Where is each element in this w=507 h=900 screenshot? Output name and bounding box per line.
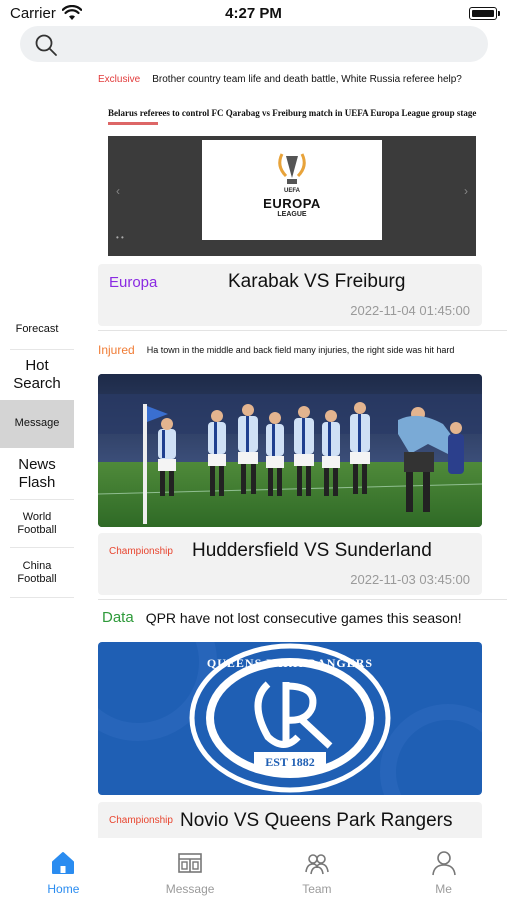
match-title: Karabak VS Freiburg bbox=[228, 271, 406, 292]
crest-bottom-text: EST 1882 bbox=[265, 755, 315, 769]
sidebar-item-label: News Flash bbox=[18, 456, 56, 491]
sidebar-item-hot-search[interactable]: Hot Search bbox=[0, 350, 74, 400]
logo-uefa: UEFA bbox=[283, 188, 300, 194]
match-card[interactable]: Europa Karabak VS Freiburg 2022-11-04 01… bbox=[98, 264, 482, 326]
sidebar-item-message[interactable]: Message bbox=[0, 400, 74, 448]
news-image[interactable]: QUEENS PARK RANGERS EST 1882 bbox=[98, 642, 482, 795]
team-icon bbox=[305, 854, 329, 875]
divider bbox=[98, 599, 507, 600]
home-icon bbox=[52, 852, 75, 874]
news-headline-row[interactable]: Injured Ha town in the middle and back f… bbox=[98, 343, 454, 357]
news-headline-row[interactable]: Exclusive Brother country team life and … bbox=[98, 74, 462, 85]
news-headline: Brother country team life and death batt… bbox=[152, 74, 462, 85]
news-headline: Ha town in the middle and back field man… bbox=[146, 345, 455, 355]
sidebar-item-news-flash[interactable]: News Flash bbox=[0, 448, 74, 500]
football-celebration-photo bbox=[98, 374, 482, 527]
match-league: Championship bbox=[109, 546, 173, 557]
match-title: Novio VS Queens Park Rangers bbox=[180, 810, 453, 831]
match-card[interactable]: Championship Novio VS Queens Park Ranger… bbox=[98, 802, 482, 842]
news-tag: Injured bbox=[98, 343, 135, 357]
logo-europa: EUROPA bbox=[263, 196, 321, 211]
news-image[interactable]: Belarus referees to control FC Qarabag v… bbox=[100, 100, 484, 256]
sidebar-item-label: Message bbox=[14, 417, 60, 430]
sidebar-item-label: World Football bbox=[17, 510, 57, 536]
crest-top-text: QUEENS PARK RANGERS bbox=[206, 656, 374, 670]
image-caption-meta bbox=[108, 122, 158, 125]
search-input[interactable] bbox=[20, 26, 488, 62]
match-time: 2022-11-04 01:45:00 bbox=[350, 303, 470, 318]
category-sidebar: Forecast Hot Search Message News Flash W… bbox=[0, 310, 74, 598]
chevron-right-icon[interactable]: › bbox=[464, 184, 468, 198]
slide-dots: • • bbox=[116, 233, 124, 242]
divider bbox=[98, 330, 507, 331]
image-caption: Belarus referees to control FC Qarabag v… bbox=[108, 108, 477, 118]
me-icon bbox=[431, 851, 456, 876]
match-time: 2022-11-03 03:45:00 bbox=[350, 572, 470, 587]
sidebar-item-china-football[interactable]: China Football bbox=[0, 548, 74, 598]
news-image[interactable] bbox=[98, 374, 482, 527]
bottom-tab-bar: Home Message Team Me bbox=[0, 838, 507, 900]
sidebar-item-label: China Football bbox=[17, 559, 57, 585]
tab-label: Message bbox=[165, 882, 215, 896]
sidebar-item-world-football[interactable]: World Football bbox=[0, 500, 74, 548]
trophy-icon bbox=[278, 153, 306, 184]
match-card[interactable]: Championship Huddersfield VS Sunderland … bbox=[98, 533, 482, 595]
tab-team[interactable]: Team bbox=[254, 838, 381, 900]
status-bar: Carrier 4:27 PM bbox=[0, 0, 507, 28]
sidebar-item-label: Forecast bbox=[15, 323, 59, 336]
news-headline-row[interactable]: Data QPR have not lost consecutive games… bbox=[98, 609, 462, 626]
news-tag: Data bbox=[102, 609, 134, 626]
tab-label: Team bbox=[302, 882, 332, 896]
chevron-left-icon[interactable]: ‹ bbox=[116, 184, 120, 198]
tab-message[interactable]: Message bbox=[127, 838, 254, 900]
europa-league-logo: UEFA EUROPA LEAGUE bbox=[202, 140, 382, 240]
match-league: Championship bbox=[109, 815, 173, 826]
tab-home[interactable]: Home bbox=[0, 838, 127, 900]
tab-me[interactable]: Me bbox=[380, 838, 507, 900]
sidebar-item-label: Hot Search bbox=[13, 357, 61, 392]
tab-label: Me bbox=[435, 882, 452, 896]
search-icon bbox=[35, 34, 57, 56]
image-slide: UEFA EUROPA LEAGUE ‹ › • • bbox=[108, 136, 476, 256]
logo-league: LEAGUE bbox=[277, 211, 307, 218]
message-icon bbox=[178, 853, 202, 873]
match-league: Europa bbox=[109, 274, 158, 291]
tab-label: Home bbox=[47, 882, 80, 896]
match-title: Huddersfield VS Sunderland bbox=[192, 540, 432, 561]
news-tag: Exclusive bbox=[98, 74, 141, 85]
sidebar-item-forecast[interactable]: Forecast bbox=[0, 310, 74, 350]
news-headline: QPR have not lost consecutive games this… bbox=[145, 609, 462, 626]
status-time: 4:27 PM bbox=[225, 5, 282, 22]
battery-icon bbox=[469, 7, 500, 20]
